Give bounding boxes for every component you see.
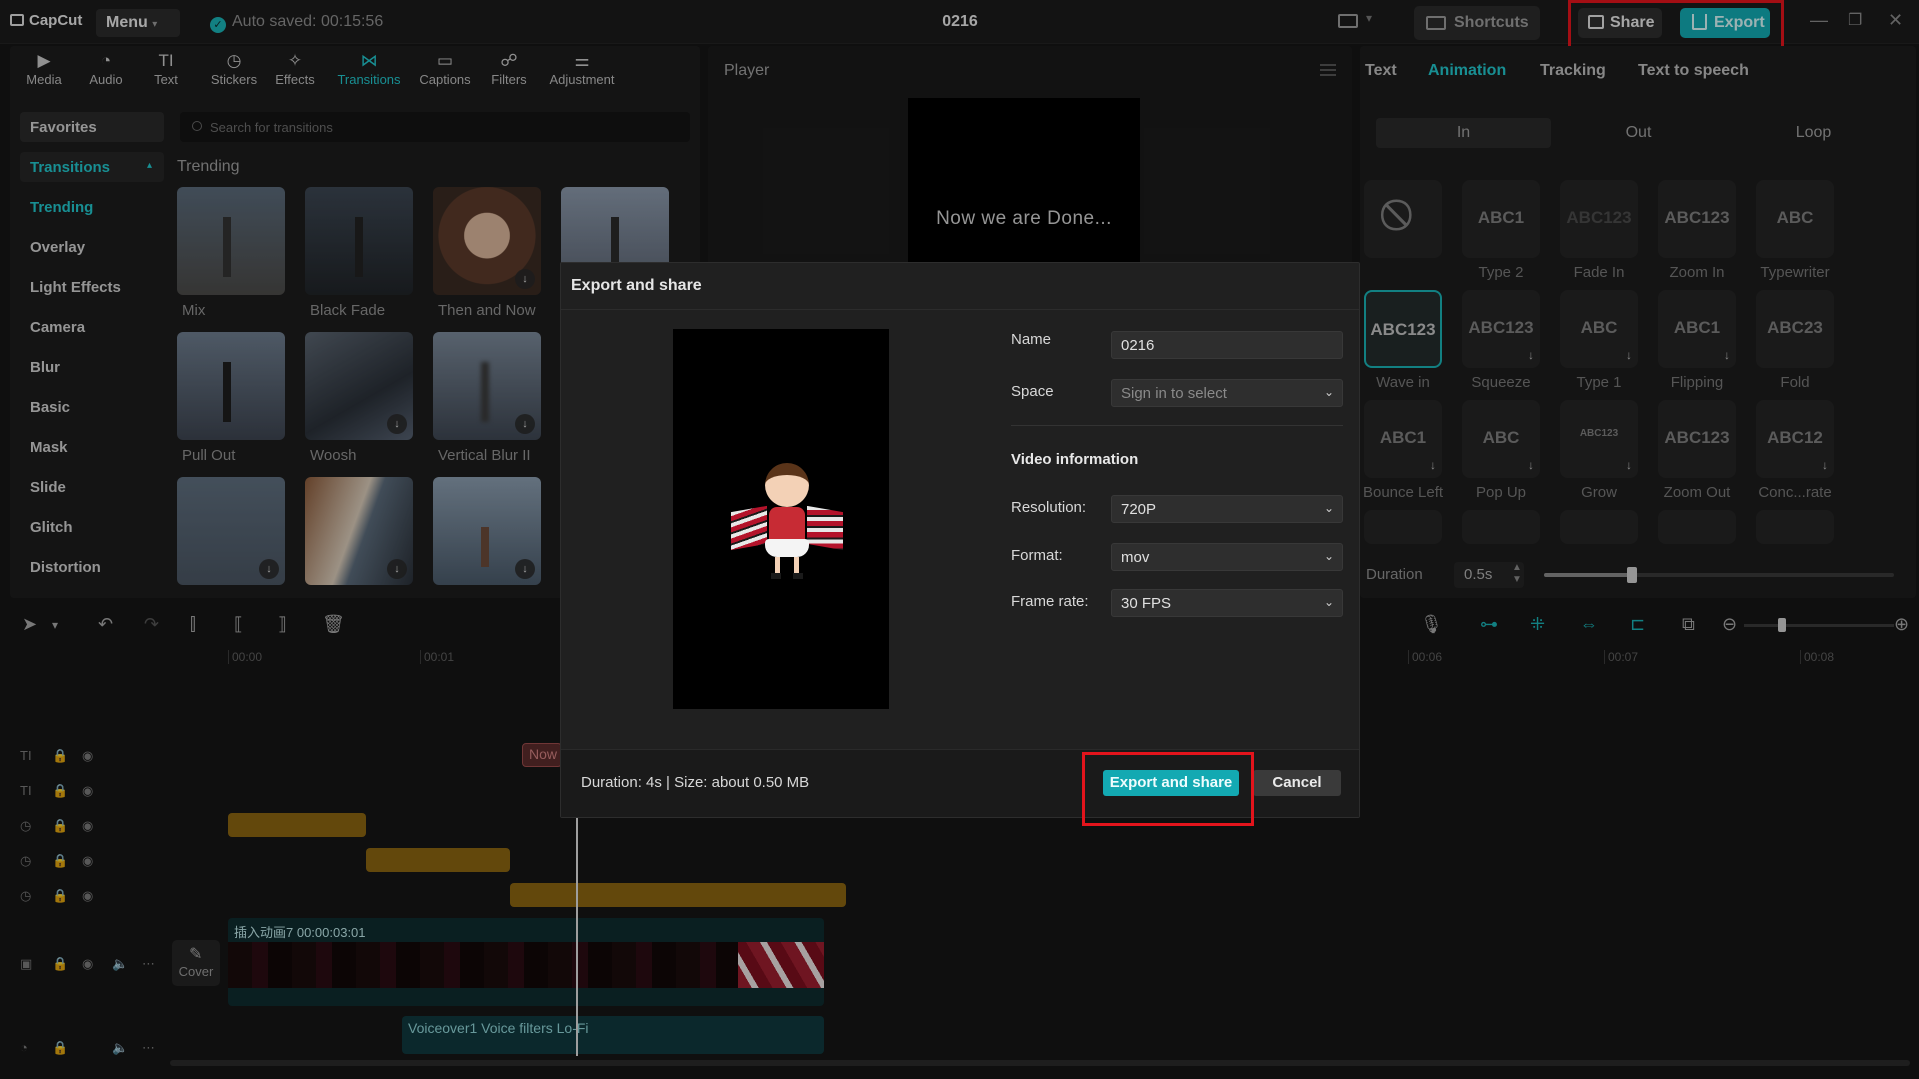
space-select[interactable]: Sign in to select ⌄ xyxy=(1111,379,1343,407)
select-value: 30 FPS xyxy=(1121,595,1172,612)
chevron-down-icon: ⌄ xyxy=(1323,385,1334,399)
dialog-title: Export and share xyxy=(571,277,702,294)
space-label: Space xyxy=(1011,383,1054,400)
cancel-button[interactable]: Cancel xyxy=(1253,770,1341,796)
format-select[interactable]: mov ⌄ xyxy=(1111,543,1343,571)
resolution-label: Resolution: xyxy=(1011,499,1087,516)
resolution-select[interactable]: 720P ⌄ xyxy=(1111,495,1343,523)
video-info-heading: Video information xyxy=(1011,451,1139,468)
chevron-down-icon: ⌄ xyxy=(1323,595,1334,609)
framerate-select[interactable]: 30 FPS ⌄ xyxy=(1111,589,1343,617)
preview-character xyxy=(731,463,843,583)
export-preview xyxy=(673,329,889,709)
name-input[interactable]: 0216 xyxy=(1111,331,1343,359)
select-value: Sign in to select xyxy=(1121,385,1227,402)
highlight-box-export-and-share xyxy=(1082,752,1254,826)
export-dialog: Export and share Name 0216 Space Sign in… xyxy=(560,262,1360,818)
select-value: 720P xyxy=(1121,501,1157,518)
character-part xyxy=(771,573,803,579)
divider xyxy=(561,309,1359,310)
export-summary: Duration: 4s | Size: about 0.50 MB xyxy=(581,774,810,791)
framerate-label: Frame rate: xyxy=(1011,593,1089,610)
character-part xyxy=(765,463,809,507)
chevron-down-icon: ⌄ xyxy=(1323,549,1334,563)
divider xyxy=(1011,425,1343,426)
chevron-down-icon: ⌄ xyxy=(1323,501,1334,515)
name-label: Name xyxy=(1011,331,1052,348)
select-value: mov xyxy=(1121,549,1150,566)
format-label: Format: xyxy=(1011,547,1063,564)
capcut-app: CapCut Menu ▾ ✓ Auto saved: 00:15:56 0216… xyxy=(0,0,1919,1079)
character-part xyxy=(765,539,809,557)
character-part xyxy=(731,505,767,551)
character-part xyxy=(807,505,843,551)
